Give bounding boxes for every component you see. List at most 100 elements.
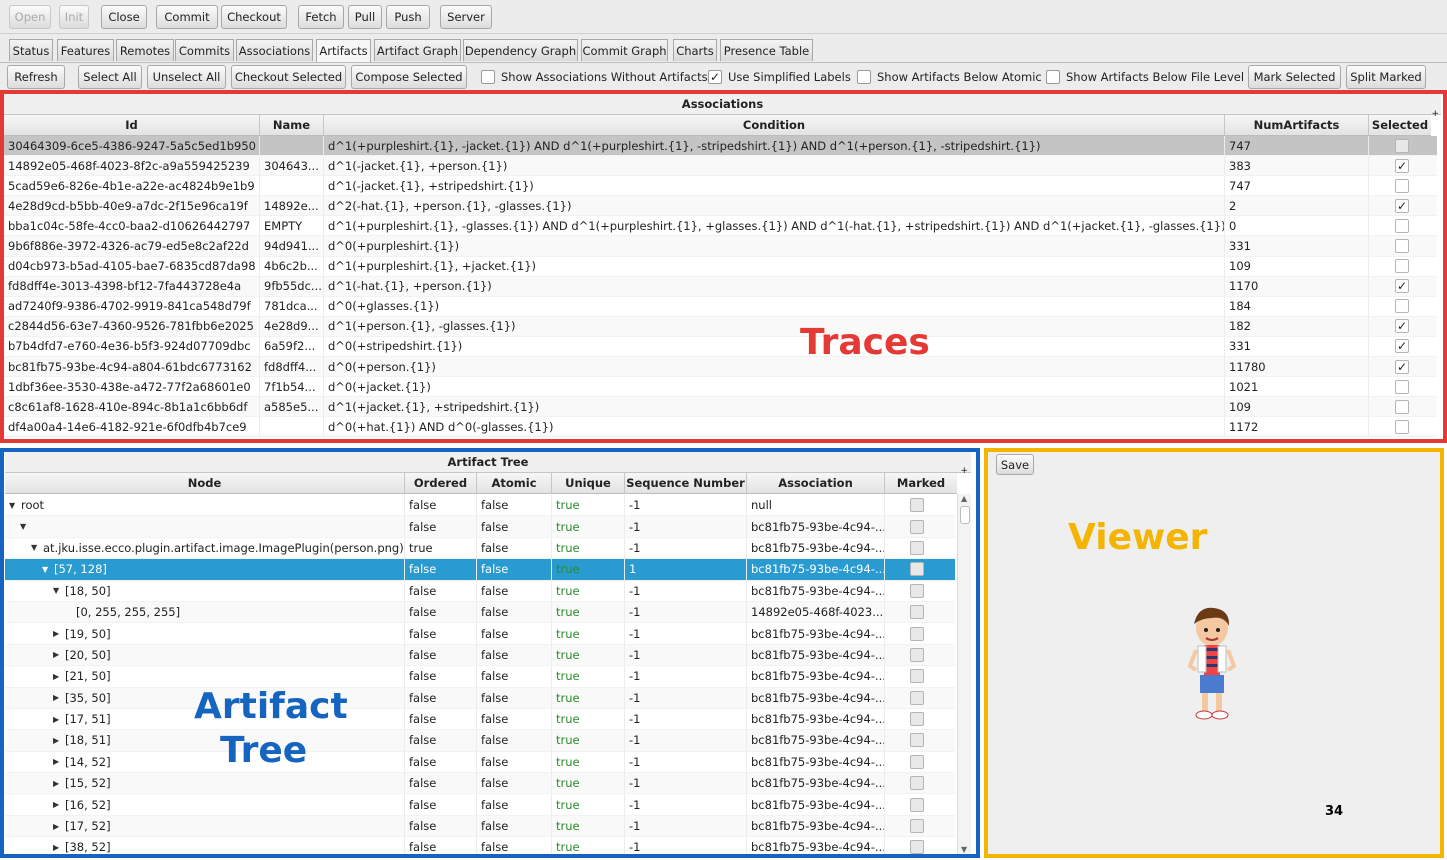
mark-selected-button[interactable]: Mark Selected — [1248, 65, 1341, 89]
collapsed-triangle-icon[interactable]: ▶ — [53, 650, 63, 659]
tab-presence-table[interactable]: Presence Table — [720, 39, 813, 61]
selected-checkbox[interactable] — [1395, 239, 1409, 254]
selected-checkbox[interactable]: ✓ — [1395, 158, 1409, 173]
collapsed-triangle-icon[interactable]: ▶ — [53, 757, 63, 766]
marked-checkbox[interactable] — [910, 498, 924, 513]
collapsed-triangle-icon[interactable]: ▶ — [53, 843, 63, 852]
tab-status[interactable]: Status — [9, 39, 53, 61]
selected-checkbox[interactable] — [1395, 218, 1409, 233]
tree-row[interactable]: ▼ [18, 50] false false true -1 bc81fb75-93be-4… — [5, 580, 955, 602]
marked-checkbox[interactable] — [910, 562, 924, 577]
marked-checkbox[interactable] — [910, 540, 924, 555]
init-button[interactable]: Init — [59, 5, 89, 29]
marked-checkbox[interactable] — [910, 647, 924, 662]
column-header-association[interactable]: Association — [747, 473, 885, 493]
tree-row[interactable]: ▶ [17, 51] false false true -1 bc81fb75-93be-4… — [5, 708, 955, 731]
collapsed-triangle-icon[interactable]: ▶ — [53, 822, 63, 831]
association-row[interactable]: c8c61af8-1628-410e-894c-8b1a1c6bb6df a585… — [4, 397, 1437, 418]
tree-row[interactable]: ▼ at.jku.isse.ecco.plugin.artifact.image.… — [5, 537, 955, 560]
selected-checkbox[interactable] — [1395, 138, 1409, 153]
checkbox-box[interactable] — [857, 70, 871, 84]
association-row[interactable]: 9b6f886e-3972-4326-ac79-ed5e8c2af22d 94d9… — [4, 236, 1437, 257]
column-header-numartifacts[interactable]: NumArtifacts — [1225, 115, 1369, 135]
selected-checkbox[interactable] — [1395, 178, 1409, 193]
scrollbar-thumb[interactable] — [960, 506, 970, 524]
tree-row[interactable]: [0, 255, 255, 255] false false true -1 14892e… — [5, 601, 955, 624]
pull-button[interactable]: Pull — [348, 5, 382, 29]
association-row[interactable]: 30464309-6ce5-4386-9247-5a5c5ed1b950 d^1(… — [4, 136, 1437, 157]
checkbox-box[interactable] — [481, 70, 495, 84]
checkout-button[interactable]: Checkout — [221, 5, 287, 29]
expanded-triangle-icon[interactable]: ▼ — [20, 522, 30, 531]
marked-checkbox[interactable] — [910, 626, 924, 641]
expanded-triangle-icon[interactable]: ▼ — [31, 543, 41, 552]
show-artifacts-below-atomic-checkbox[interactable]: Show Artifacts Below Atomic — [857, 68, 1042, 86]
tab-associations[interactable]: Associations — [236, 39, 313, 61]
refresh-button[interactable]: Refresh — [7, 65, 65, 89]
column-header-selected[interactable]: Selected — [1369, 115, 1431, 135]
marked-checkbox[interactable] — [910, 712, 924, 727]
marked-checkbox[interactable] — [910, 733, 924, 748]
tab-commit-graph[interactable]: Commit Graph — [581, 39, 668, 61]
tree-row[interactable]: ▼ [57, 128] false false true 1 bc81fb75-93be-4… — [5, 559, 955, 581]
tab-commits[interactable]: Commits — [175, 39, 234, 61]
collapsed-triangle-icon[interactable]: ▶ — [53, 693, 63, 702]
marked-checkbox[interactable] — [910, 583, 924, 598]
selected-checkbox[interactable]: ✓ — [1395, 339, 1409, 354]
marked-checkbox[interactable] — [910, 840, 924, 854]
tab-artifact-graph[interactable]: Artifact Graph — [374, 39, 461, 61]
checkbox-box[interactable] — [1046, 70, 1060, 84]
column-header-id[interactable]: Id — [4, 115, 260, 135]
tab-remotes[interactable]: Remotes — [116, 39, 174, 61]
tab-artifacts[interactable]: Artifacts — [316, 39, 371, 62]
push-button[interactable]: Push — [386, 5, 430, 29]
tree-row[interactable]: ▶ [20, 50] false false true -1 bc81fb75-93be-4… — [5, 644, 955, 667]
tree-row[interactable]: ▶ [35, 50] false false true -1 bc81fb75-93be-4… — [5, 687, 955, 709]
selected-checkbox[interactable]: ✓ — [1395, 279, 1409, 294]
association-row[interactable]: 14892e05-468f-4023-8f2c-a9a559425239 3046… — [4, 156, 1437, 177]
tree-row[interactable]: ▶ [16, 52] false false true -1 bc81fb75-93be-4… — [5, 794, 955, 816]
selected-checkbox[interactable] — [1395, 419, 1409, 434]
association-row[interactable]: 5cad59e6-826e-4b1e-a22e-ac4824b9e1b9 d^1(… — [4, 176, 1437, 197]
selected-checkbox[interactable]: ✓ — [1395, 319, 1409, 334]
compose-selected-button[interactable]: Compose Selected — [351, 65, 467, 89]
tab-features[interactable]: Features — [57, 39, 114, 61]
tree-row[interactable]: ▶ [19, 50] false false true -1 bc81fb75-93be-4… — [5, 623, 955, 645]
show-associations-without-artifacts-checkbox[interactable]: Show Associations Without Artifacts — [481, 68, 708, 86]
tab-charts[interactable]: Charts — [673, 39, 717, 61]
checkout-selected-button[interactable]: Checkout Selected — [231, 65, 346, 89]
open-button[interactable]: Open — [9, 5, 51, 29]
scroll-down-icon[interactable]: ▼ — [961, 845, 967, 854]
marked-checkbox[interactable] — [910, 669, 924, 684]
unselect-all-button[interactable]: Unselect All — [147, 65, 226, 89]
association-row[interactable]: d04cb973-b5ad-4105-bae7-6835cd87da98 4b6c… — [4, 256, 1437, 277]
association-row[interactable]: bc81fb75-93be-4c94-a804-61bdc6773162 fd8d… — [4, 357, 1437, 378]
column-header-unique[interactable]: Unique — [552, 473, 625, 493]
tree-row[interactable]: ▶ [38, 52] false false true -1 bc81fb75-93be-4… — [5, 837, 955, 854]
column-header-node[interactable]: Node — [5, 473, 405, 493]
association-row[interactable]: 1dbf36ee-3530-438e-a472-77f2a68601e0 7f1b… — [4, 377, 1437, 398]
association-row[interactable]: df4a00a4-14e6-4182-921e-6f0dfb4b7ce9 d^0(… — [4, 417, 1437, 438]
marked-checkbox[interactable] — [910, 819, 924, 834]
save-button[interactable]: Save — [996, 454, 1034, 475]
select-all-button[interactable]: Select All — [78, 65, 142, 89]
expanded-triangle-icon[interactable]: ▼ — [42, 565, 52, 574]
selected-checkbox[interactable]: ✓ — [1395, 198, 1409, 213]
column-header-name[interactable]: Name — [260, 115, 324, 135]
split-marked-button[interactable]: Split Marked — [1346, 65, 1426, 89]
tree-row[interactable]: ▶ [15, 52] false false true -1 bc81fb75-93be-4… — [5, 773, 955, 795]
collapsed-triangle-icon[interactable]: ▶ — [53, 779, 63, 788]
selected-checkbox[interactable]: ✓ — [1395, 359, 1409, 374]
selected-checkbox[interactable] — [1395, 379, 1409, 394]
collapsed-triangle-icon[interactable]: ▶ — [53, 715, 63, 724]
tree-row[interactable]: ▼ root false false true -1 null — [5, 495, 955, 517]
marked-checkbox[interactable] — [910, 754, 924, 769]
association-row[interactable]: fd8dff4e-3013-4398-bf12-7fa443728e4a 9fb5… — [4, 276, 1437, 297]
expanded-triangle-icon[interactable]: ▼ — [9, 501, 19, 510]
server-button[interactable]: Server — [440, 5, 492, 29]
marked-checkbox[interactable] — [910, 776, 924, 791]
association-row[interactable]: bba1c04c-58fe-4cc0-baa2-d10626442797 EMPT… — [4, 216, 1437, 237]
marked-checkbox[interactable] — [910, 797, 924, 812]
selected-checkbox[interactable] — [1395, 259, 1409, 274]
marked-checkbox[interactable] — [910, 605, 924, 620]
